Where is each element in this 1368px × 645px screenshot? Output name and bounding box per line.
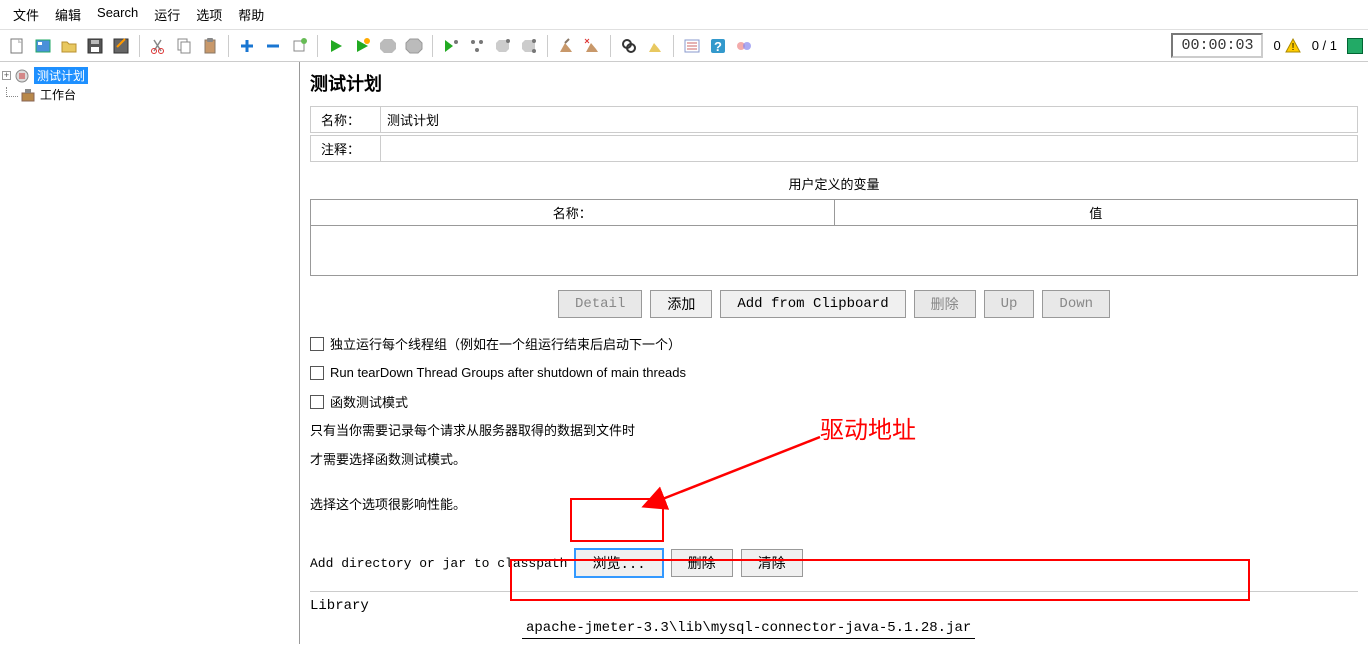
add-clipboard-button[interactable]: Add from Clipboard [720, 290, 905, 318]
page-title: 测试计划 [310, 70, 1358, 96]
note-line-2: 才需要选择函数测试模式。 [310, 446, 1358, 475]
save-icon[interactable] [83, 34, 107, 58]
plugins-icon[interactable] [732, 34, 756, 58]
library-path[interactable]: apache-jmeter-3.3\lib\mysql-connector-ja… [522, 618, 975, 639]
menu-bar: 文件 编辑 Search 运行 选项 帮助 [0, 0, 1368, 30]
status-indicator [1347, 38, 1363, 54]
add-button[interactable]: 添加 [650, 290, 712, 318]
tree-workbench[interactable]: 工作台 [2, 85, 297, 104]
comment-input[interactable] [381, 136, 1357, 161]
tree-panel: + 测试计划 工作台 [0, 62, 300, 644]
vars-section-title: 用户定义的变量 [310, 164, 1358, 199]
tree-test-plan[interactable]: + 测试计划 [2, 66, 297, 85]
start-icon[interactable] [324, 34, 348, 58]
vars-table-header: 名称： 值 [310, 199, 1358, 226]
cut-icon[interactable] [146, 34, 170, 58]
menu-search[interactable]: Search [89, 3, 146, 26]
new-icon[interactable] [5, 34, 29, 58]
save-as-icon[interactable] [109, 34, 133, 58]
svg-text:!: ! [1291, 42, 1294, 53]
vars-col-name: 名称： [311, 200, 835, 225]
func-mode-checkbox[interactable] [310, 395, 324, 409]
name-label: 名称： [311, 107, 381, 132]
delete-jar-button[interactable]: 删除 [671, 549, 733, 577]
independent-label: 独立运行每个线程组（例如在一个组运行结束后启动下一个） [330, 334, 681, 353]
search-icon[interactable] [617, 34, 641, 58]
stop-icon[interactable] [376, 34, 400, 58]
content-panel: 测试计划 名称： 注释： 用户定义的变量 名称： 值 Detail 添加 Add… [300, 62, 1368, 644]
start-notimers-icon[interactable] [350, 34, 374, 58]
thread-count: 0 / 1 [1312, 38, 1337, 53]
annotation-label: 驱动地址 [820, 410, 916, 445]
toggle-icon[interactable] [287, 34, 311, 58]
templates-icon[interactable] [31, 34, 55, 58]
svg-text:?: ? [714, 39, 722, 54]
copy-icon[interactable] [172, 34, 196, 58]
clear-all-icon[interactable] [580, 34, 604, 58]
comment-label: 注释： [311, 136, 381, 161]
library-header: Library [310, 598, 1358, 618]
browse-button[interactable]: 浏览... [575, 549, 662, 577]
vars-table-body[interactable] [310, 226, 1358, 276]
classpath-label: Add directory or jar to classpath [310, 556, 567, 571]
delete-button[interactable]: 删除 [914, 290, 976, 318]
menu-help[interactable]: 帮助 [230, 3, 272, 26]
menu-edit[interactable]: 编辑 [47, 3, 89, 26]
up-button[interactable]: Up [984, 290, 1035, 318]
remote-shutdown-icon[interactable] [517, 34, 541, 58]
menu-file[interactable]: 文件 [5, 3, 47, 26]
vars-col-value: 值 [835, 200, 1358, 225]
teardown-label: Run tearDown Thread Groups after shutdow… [330, 365, 686, 380]
warn-count: 0 ! [1273, 37, 1301, 55]
remote-start-all-icon[interactable] [465, 34, 489, 58]
name-input[interactable] [381, 107, 1357, 132]
function-helper-icon[interactable] [680, 34, 704, 58]
collapse-icon[interactable] [261, 34, 285, 58]
menu-options[interactable]: 选项 [188, 3, 230, 26]
func-mode-label: 函数测试模式 [330, 392, 408, 411]
reset-search-icon[interactable] [643, 34, 667, 58]
expand-icon[interactable] [235, 34, 259, 58]
teardown-checkbox[interactable] [310, 366, 324, 380]
detail-button[interactable]: Detail [558, 290, 642, 318]
independent-checkbox[interactable] [310, 337, 324, 351]
help-icon[interactable]: ? [706, 34, 730, 58]
toolbar: ? 00:00:03 0 ! 0 / 1 [0, 30, 1368, 62]
paste-icon[interactable] [198, 34, 222, 58]
clear-icon[interactable] [554, 34, 578, 58]
expand-icon[interactable]: + [2, 71, 11, 80]
tree-label: 测试计划 [34, 67, 88, 84]
open-icon[interactable] [57, 34, 81, 58]
warning-icon: ! [1284, 37, 1302, 55]
note-line-3: 选择这个选项很影响性能。 [310, 491, 1358, 520]
menu-run[interactable]: 运行 [146, 3, 188, 26]
down-button[interactable]: Down [1042, 290, 1110, 318]
tree-label: 工作台 [40, 86, 76, 103]
clear-jar-button[interactable]: 清除 [741, 549, 803, 577]
remote-stop-icon[interactable] [491, 34, 515, 58]
elapsed-timer: 00:00:03 [1171, 33, 1263, 58]
shutdown-icon[interactable] [402, 34, 426, 58]
remote-start-icon[interactable] [439, 34, 463, 58]
